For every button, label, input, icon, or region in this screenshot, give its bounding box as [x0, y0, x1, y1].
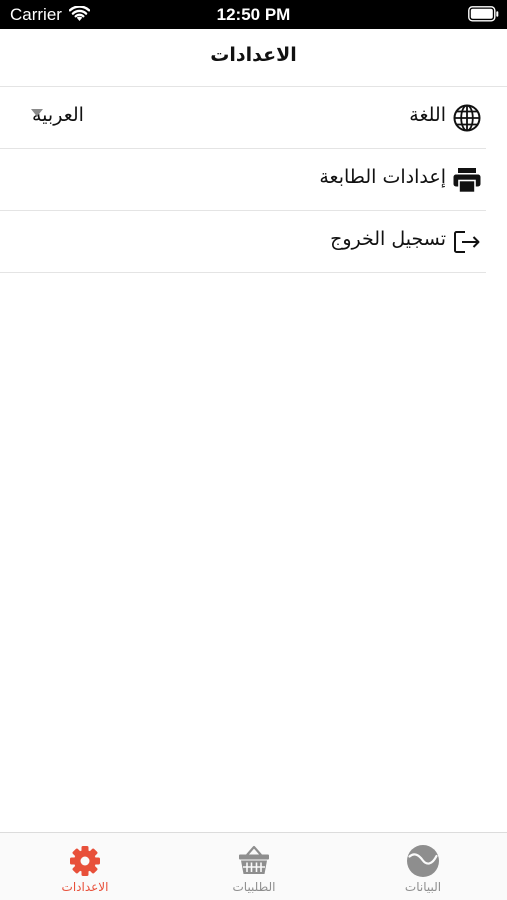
battery-icon — [468, 6, 499, 22]
tab-settings[interactable]: الاعدادات — [25, 833, 145, 900]
printer-settings-row[interactable]: إعدادات الطابعة — [0, 149, 486, 211]
status-clock: 12:50 PM — [216, 5, 291, 24]
settings-list: اللغة العربية إعدادات الطابعة تسجيل الخر… — [0, 87, 507, 273]
tab-orders-label: الطلبيات — [232, 880, 276, 894]
logout-icon — [454, 231, 480, 253]
tab-settings-label: الاعدادات — [61, 880, 109, 894]
tab-data[interactable]: البيانات — [363, 833, 483, 900]
navigation-bar: الاعدادات — [0, 29, 507, 87]
tab-bar: الاعدادات الطلبيات البيانات — [0, 832, 507, 900]
printer-settings-label: إعدادات الطابعة — [319, 166, 446, 188]
status-bar: Carrier 12:50 PM — [0, 0, 507, 29]
globe-icon — [453, 104, 481, 132]
settings-screen: Carrier 12:50 PM الاعدادات اللغة العربية… — [0, 0, 507, 900]
page-title: الاعدادات — [210, 44, 297, 66]
language-label: اللغة — [409, 104, 446, 126]
language-row[interactable]: اللغة العربية — [0, 87, 486, 149]
printer-icon — [453, 168, 481, 194]
basket-icon — [239, 845, 269, 874]
data-icon — [407, 845, 439, 877]
tab-data-label: البيانات — [404, 880, 442, 894]
logout-label: تسجيل الخروج — [330, 228, 446, 250]
tab-orders[interactable]: الطلبيات — [194, 833, 314, 900]
dropdown-arrow-icon[interactable] — [31, 109, 43, 117]
logout-row[interactable]: تسجيل الخروج — [0, 211, 486, 273]
gear-icon — [70, 846, 100, 876]
